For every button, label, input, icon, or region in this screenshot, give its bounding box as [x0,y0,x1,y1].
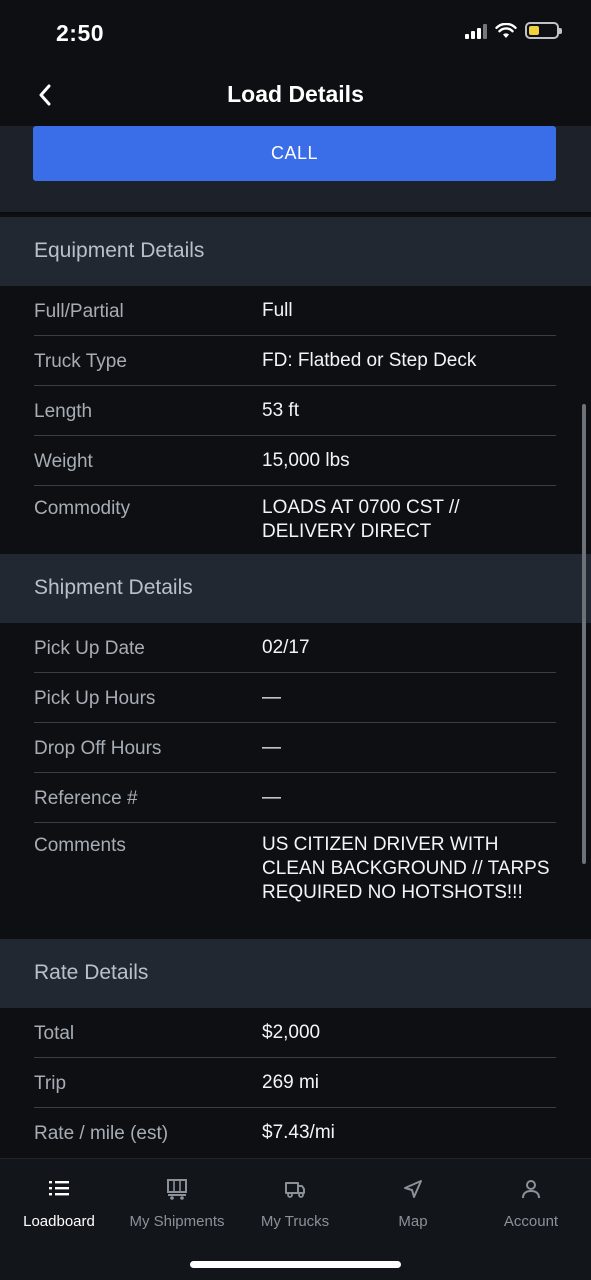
home-indicator [190,1261,401,1268]
detail-row-trip: Trip 269 mi [34,1058,556,1108]
section-title: Rate Details [34,961,149,984]
row-value: $2,000 [262,1022,321,1043]
row-value: FD: Flatbed or Step Deck [262,350,477,371]
tab-label: My Trucks [260,1213,330,1230]
page-title: Load Details [227,81,364,107]
row-value: 53 ft [262,400,299,421]
wifi-icon [495,22,517,38]
row-value: — [262,787,281,808]
row-label: Rate / mile (est) [34,1123,169,1144]
tab-my-trucks[interactable]: My Trucks [236,1159,354,1239]
row-value: 02/17 [262,637,310,658]
detail-row-rate-per-mile: Rate / mile (est) $7.43/mi [34,1108,556,1158]
row-label: Trip [34,1073,67,1094]
call-area: CALL [0,126,591,214]
battery-icon [525,22,562,39]
row-value: Full [262,300,293,321]
cellular-signal-icon [465,23,487,39]
row-value: — [262,737,281,758]
row-label: Commodity [34,498,131,519]
row-value: $7.43/mi [262,1122,335,1143]
scrollbar[interactable] [582,404,586,864]
tab-map[interactable]: Map [354,1159,472,1239]
status-bar: 2:50 [0,0,591,64]
shipment-details-header: Shipment Details [0,554,591,623]
row-label: Reference # [34,788,138,809]
detail-row-reference: Reference # — [34,773,556,823]
tab-label: Map [398,1213,428,1230]
detail-row-comments: Comments US CITIZEN DRIVER WITH CLEAN BA… [34,823,556,939]
detail-row-full-partial: Full/Partial Full [34,286,556,336]
navigation-arrow-icon [354,1177,472,1203]
detail-row-total: Total $2,000 [34,1008,556,1058]
detail-row-truck-type: Truck Type FD: Flatbed or Step Deck [34,336,556,386]
equipment-details-header: Equipment Details [0,217,591,286]
detail-row-commodity: Commodity LOADS AT 0700 CST // DELIVERY … [34,486,556,554]
tab-label: Loadboard [23,1213,95,1230]
tab-label: Account [503,1213,559,1230]
detail-row-weight: Weight 15,000 lbs [34,436,556,486]
section-title: Shipment Details [34,576,193,599]
user-icon [472,1177,590,1203]
tab-loadboard[interactable]: Loadboard [0,1159,118,1239]
section-title: Equipment Details [34,239,205,262]
row-label: Comments [34,835,126,856]
load-details-content[interactable]: CALL Equipment Details Full/Partial Full… [0,126,591,1158]
detail-row-pick-up-date: Pick Up Date 02/17 [34,623,556,673]
detail-row-length: Length 53 ft [34,386,556,436]
row-label: Pick Up Hours [34,688,156,709]
row-value: — [262,687,281,708]
row-label: Truck Type [34,351,127,372]
row-label: Drop Off Hours [34,738,162,759]
status-time: 2:50 [56,20,105,46]
row-label: Total [34,1023,75,1044]
tab-account[interactable]: Account [472,1159,590,1239]
detail-row-drop-off-hours: Drop Off Hours — [34,723,556,773]
row-label: Length [34,401,93,422]
rate-details-header: Rate Details [0,939,591,1008]
row-value: LOADS AT 0700 CST // DELIVERY DIRECT [262,497,460,542]
row-label: Pick Up Date [34,638,145,659]
trailer-icon [118,1177,236,1203]
row-label: Weight [34,451,93,472]
status-icons [465,22,562,39]
row-label: Full/Partial [34,301,124,322]
call-button[interactable]: CALL [33,126,556,181]
row-value: US CITIZEN DRIVER WITH CLEAN BACKGROUND … [262,834,550,903]
tab-label: My Shipments [129,1213,225,1230]
row-value: 269 mi [262,1072,320,1093]
detail-row-pick-up-hours: Pick Up Hours — [34,673,556,723]
truck-icon [236,1177,354,1203]
nav-bar: Load Details [0,64,591,126]
list-icon [0,1177,118,1203]
row-value: 15,000 lbs [262,450,350,471]
tab-my-shipments[interactable]: My Shipments [118,1159,236,1239]
